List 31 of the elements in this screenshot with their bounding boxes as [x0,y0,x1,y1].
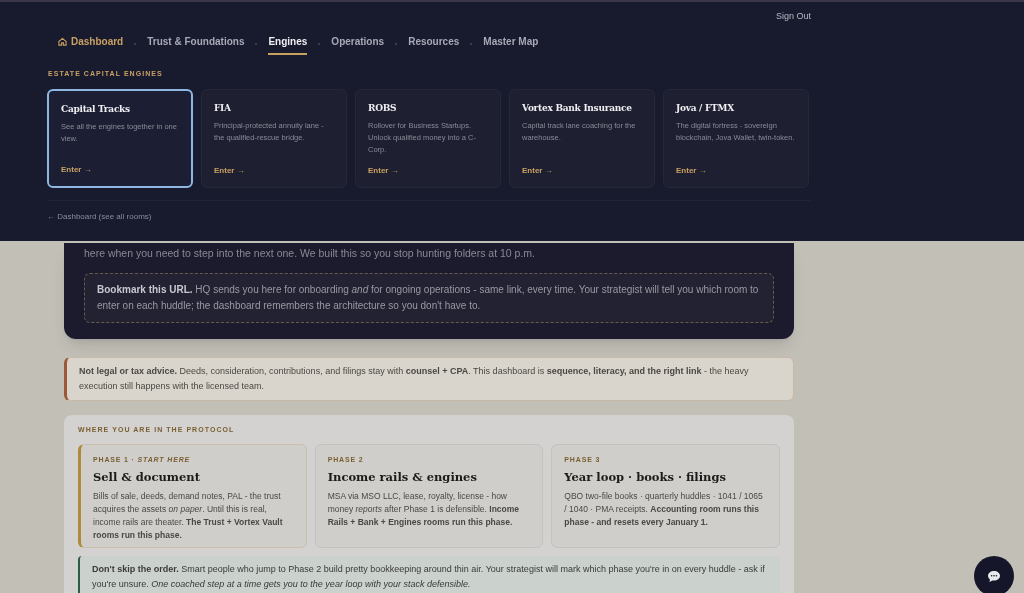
order-note: Don't skip the order. Smart people who jump to Phase 2 build pretty bookkeeping around thin air. Your strategist will mark which phase you're in on every huddle - ask if you're unsure. One coached step at a time gets you to the year loop with your stack defensible. [78,555,780,593]
bookmark-note: Bookmark this URL. HQ sends you here for onboarding and for ongoing operations - same link, every time. Your strategist will tell you which room to enter on each huddle; the dashboard remembers the architecture so you don't have to. [84,273,774,323]
engine-title: Capital Tracks [61,103,131,116]
disclaimer-note: Not legal or tax advice. Deeds, consideration, contributions, and filings stay with counsel + CPA. This dashboard is sequence, literacy, and the right link - the heavy execution still happens with the licensed team. [64,357,794,401]
sign-out-button[interactable]: Sign Out [775,10,811,24]
phase-text: MSA via MSO LLC, lease, royalty, license - how money reports after Phase 1 is defensible. Income Rails + Bank + Engines rooms run this phase. [327,490,521,530]
engine-title: ROBS [368,102,398,115]
nav-link[interactable]: Trust & Foundations [147,33,245,55]
nav-link[interactable]: Dashboard [58,33,124,55]
enter-link[interactable]: Enter → [676,165,796,177]
chat-bubble-icon [987,569,1001,583]
phase-title: Year loop · books · filings [564,469,727,486]
enter-link[interactable]: Enter → [368,165,488,177]
phase-text: QBO two-file books · quarterly huddles · 1041 / 1065 / 1040 · PMA receipts. Accounting room runs this phase - and resets every January 1. [564,490,764,530]
engine-title: Vortex Bank Insurance [522,102,633,115]
home-icon [58,36,67,46]
nav-link[interactable]: Master Map [483,33,539,55]
engine-title: Jova / FTMX [676,102,735,115]
phase-title: Sell & document [93,469,201,486]
nav-link[interactable]: Engines [268,33,308,55]
engine-title: FIA [214,102,232,115]
hero-text: here when you need to step into the next one. We built this so you stop hunting folders at 10 p.m. [84,246,536,261]
chat-button[interactable] [974,556,1014,593]
phase-title: Income rails & engines [327,469,478,486]
enter-link[interactable]: Enter → [61,164,179,176]
back-link[interactable]: ← Dashboard (see all rooms) [47,211,1024,223]
nav-link[interactable]: Resources [408,33,460,55]
enter-link[interactable]: Enter → [214,165,334,177]
nav-link[interactable]: Operations [331,33,385,55]
phase-text: Bills of sale, deeds, demand notes, PAL - the trust acquires the assets on paper. Until this is real, income rails are theater. The Trust + Vortex Vault rooms run this phase. [93,490,284,543]
enter-link[interactable]: Enter → [522,165,642,177]
